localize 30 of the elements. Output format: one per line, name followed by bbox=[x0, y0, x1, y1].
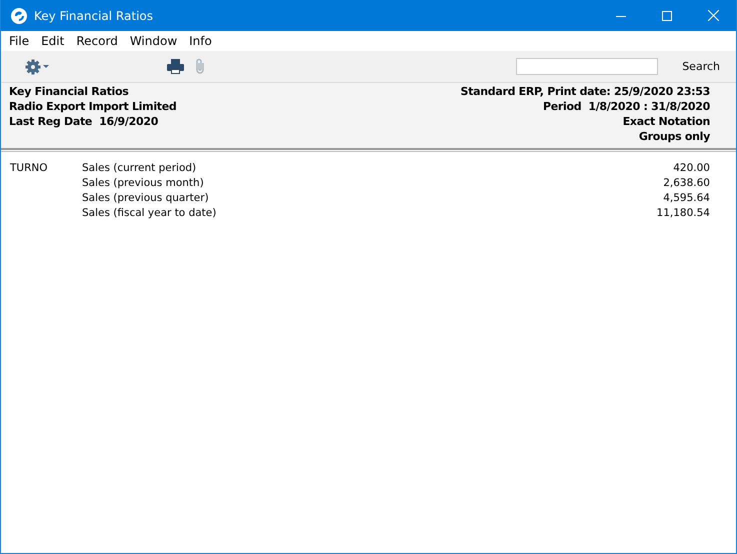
search-field[interactable] bbox=[516, 58, 658, 75]
window-title: Key Financial Ratios bbox=[34, 8, 153, 22]
close-icon bbox=[708, 10, 718, 21]
report-header-text: Last Reg Date 16/9/2020 bbox=[9, 114, 160, 129]
ratio-label: Sales (fiscal year to date) bbox=[82, 206, 216, 218]
menu-item[interactable]: Info bbox=[183, 34, 218, 48]
ratio-value: 4,595.64 bbox=[663, 192, 710, 204]
report-header-text: Standard ERP, Print date: 25/9/2020 23:53 bbox=[460, 84, 710, 99]
ratio-value: 11,180.54 bbox=[656, 206, 710, 218]
account-code: TURNO bbox=[10, 162, 48, 174]
report-header-text: Groups only bbox=[638, 129, 710, 144]
settings-menu-button[interactable] bbox=[25, 58, 51, 74]
ratio-label: Sales (previous quarter) bbox=[82, 192, 209, 204]
search-button[interactable]: Search bbox=[682, 60, 720, 73]
menu-item[interactable]: Window bbox=[124, 34, 184, 48]
menu-item[interactable]: Edit bbox=[35, 34, 70, 48]
menu-item[interactable]: File bbox=[3, 34, 36, 48]
report-header-text: Period 1/8/2020 : 31/8/2020 bbox=[542, 99, 710, 114]
ratio-label: Sales (current period) bbox=[82, 162, 196, 174]
app-logo-icon bbox=[10, 6, 28, 24]
ratio-label: Sales (previous month) bbox=[82, 176, 204, 188]
report-header-text: Exact Notation bbox=[622, 114, 710, 129]
ratio-value: 2,638.60 bbox=[663, 176, 710, 188]
report-header-text: Key Financial Ratios bbox=[9, 84, 130, 99]
paperclip-icon[interactable] bbox=[194, 58, 206, 75]
menu-item[interactable]: Record bbox=[70, 34, 124, 48]
printer-icon[interactable] bbox=[167, 59, 184, 74]
report-header-text: Radio Export Import Limited bbox=[9, 99, 176, 114]
maximize-icon bbox=[662, 10, 672, 20]
ratio-value: 420.00 bbox=[673, 162, 710, 174]
